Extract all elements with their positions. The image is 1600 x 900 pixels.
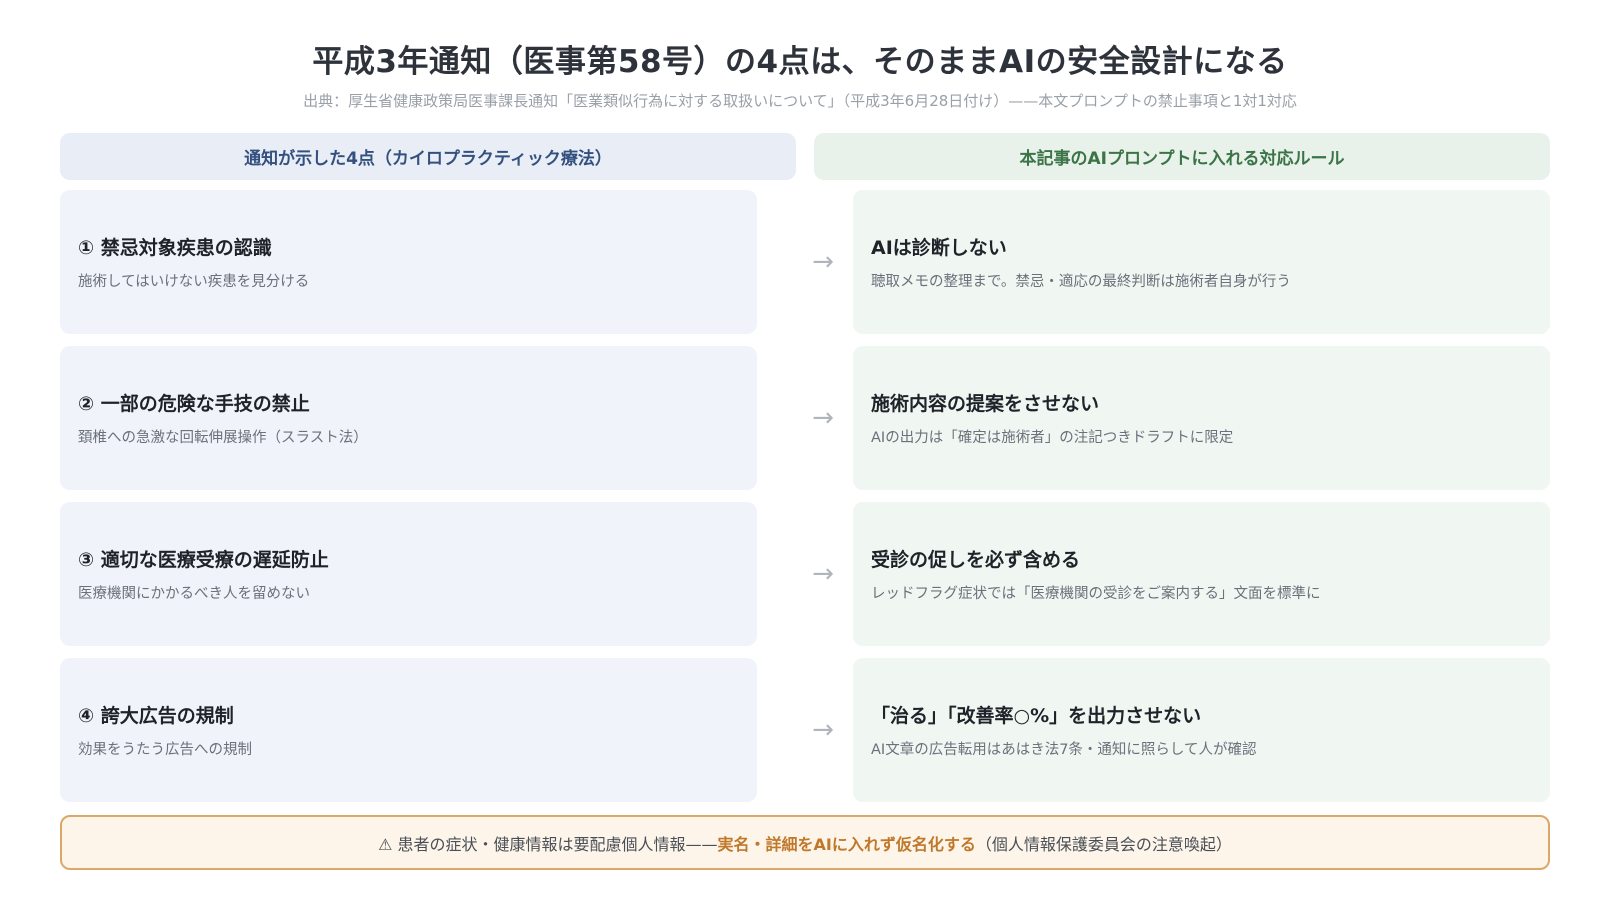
right-arrow-icon: → bbox=[812, 559, 834, 589]
source-citation: 出典：厚生省健康政策局医事課長通知「医業類似行為に対する取扱いについて」（平成3… bbox=[303, 92, 1297, 110]
right-arrow-icon: → bbox=[812, 247, 834, 277]
notice-point-card: ② 一部の危険な手技の禁止 頚椎への急激な回転伸展操作（スラスト法） bbox=[60, 346, 757, 490]
notice-point-card: ③ 適切な医療受療の遅延防止 医療機関にかかるべき人を留めない bbox=[60, 502, 757, 646]
ai-rule-title: 受診の促しを必ず含める bbox=[871, 549, 1081, 571]
ai-rule-title: AIは診断しない bbox=[871, 237, 1007, 259]
warning-text-prefix: ⚠ 患者の症状・健康情報は要配慮個人情報—— bbox=[378, 834, 718, 854]
mapping-rows: ① 禁忌対象疾患の認識 施術してはいけない疾患を見分ける → AIは診断しない … bbox=[60, 190, 1550, 814]
ai-rule-description: レッドフラグ症状では「医療機関の受診をご案内する」文面を標準に bbox=[871, 586, 1321, 602]
page-title: 平成3年通知（医事第58号）の4点は、そのままAIの安全設計になる bbox=[312, 44, 1288, 80]
ai-rule-description: AI文章の広告転用はあはき法7条・通知に照らして人が確認 bbox=[871, 742, 1257, 758]
notice-point-title: ④ 誇大広告の規制 bbox=[78, 705, 234, 727]
mapping-row-2: ② 一部の危険な手技の禁止 頚椎への急激な回転伸展操作（スラスト法） → 施術内… bbox=[60, 346, 1550, 490]
notice-point-card: ① 禁忌対象疾患の認識 施術してはいけない疾患を見分ける bbox=[60, 190, 757, 334]
ai-rule-title: 施術内容の提案をさせない bbox=[871, 393, 1100, 415]
ai-rule-description: AIの出力は「確定は施術者」の注記つきドラフトに限定 bbox=[871, 430, 1234, 446]
left-column-header: 通知が示した4点（カイロプラクティック療法） bbox=[60, 133, 796, 180]
notice-point-description: 効果をうたう広告への規制 bbox=[78, 742, 252, 758]
notice-point-title: ① 禁忌対象疾患の認識 bbox=[78, 237, 272, 259]
slide: 平成3年通知（医事第58号）の4点は、そのままAIの安全設計になる 出典：厚生省… bbox=[0, 0, 1600, 900]
notice-point-description: 頚椎への急激な回転伸展操作（スラスト法） bbox=[78, 430, 368, 446]
mapping-row-1: ① 禁忌対象疾患の認識 施術してはいけない疾患を見分ける → AIは診断しない … bbox=[60, 190, 1550, 334]
mapping-row-3: ③ 適切な医療受療の遅延防止 医療機関にかかるべき人を留めない → 受診の促しを… bbox=[60, 502, 1550, 646]
ai-rule-card: 施術内容の提案をさせない AIの出力は「確定は施術者」の注記つきドラフトに限定 bbox=[853, 346, 1550, 490]
mapping-row-4: ④ 誇大広告の規制 効果をうたう広告への規制 → 「治る」「改善率○%」を出力さ… bbox=[60, 658, 1550, 802]
ai-rule-card: AIは診断しない 聴取メモの整理まで。禁忌・適応の最終判断は施術者自身が行う bbox=[853, 190, 1550, 334]
notice-point-card: ④ 誇大広告の規制 効果をうたう広告への規制 bbox=[60, 658, 757, 802]
ai-rule-card: 「治る」「改善率○%」を出力させない AI文章の広告転用はあはき法7条・通知に照… bbox=[853, 658, 1550, 802]
ai-rule-title: 「治る」「改善率○%」を出力させない bbox=[871, 705, 1202, 727]
notice-point-description: 施術してはいけない疾患を見分ける bbox=[78, 274, 310, 290]
warning-text-suffix: （個人情報保護委員会の注意喚起） bbox=[975, 834, 1232, 854]
ai-rule-description: 聴取メモの整理まで。禁忌・適応の最終判断は施術者自身が行う bbox=[871, 274, 1291, 290]
right-column-header: 本記事のAIプロンプトに入れる対応ルール bbox=[814, 133, 1550, 180]
notice-point-title: ③ 適切な医療受療の遅延防止 bbox=[78, 549, 329, 571]
privacy-warning-banner: ⚠ 患者の症状・健康情報は要配慮個人情報—— 実名・詳細をAIに入れず仮名化する（… bbox=[60, 815, 1550, 870]
right-arrow-icon: → bbox=[812, 715, 834, 745]
right-arrow-icon: → bbox=[812, 403, 834, 433]
warning-highlight: 実名・詳細をAIに入れず仮名化する bbox=[717, 834, 976, 854]
notice-point-title: ② 一部の危険な手技の禁止 bbox=[78, 393, 310, 415]
notice-point-description: 医療機関にかかるべき人を留めない bbox=[78, 586, 310, 602]
ai-rule-card: 受診の促しを必ず含める レッドフラグ症状では「医療機関の受診をご案内する」文面を… bbox=[853, 502, 1550, 646]
